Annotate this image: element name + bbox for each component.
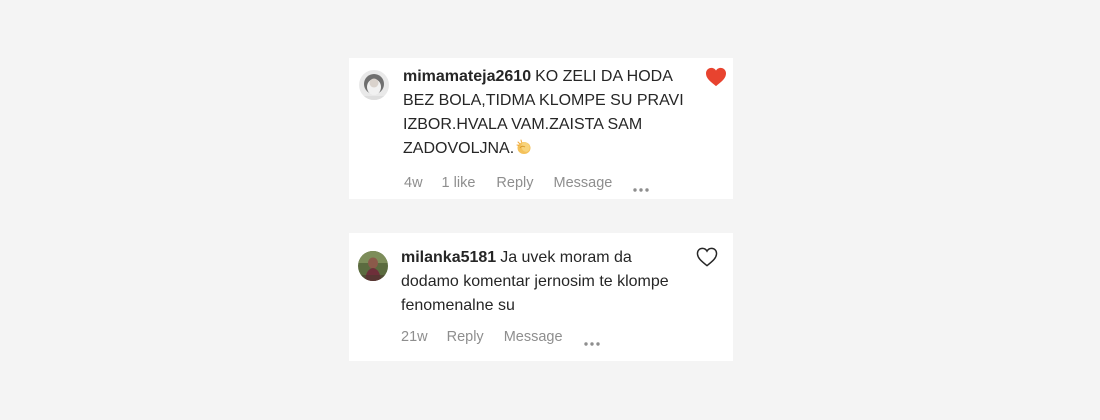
likes-count[interactable]: 1 like bbox=[442, 175, 476, 191]
comment-meta: 4w 1 like Reply Message bbox=[404, 175, 650, 192]
comment-card: milanka5181 Ja uvek moram da dodamo komen… bbox=[349, 233, 733, 361]
avatar[interactable] bbox=[359, 70, 389, 100]
avatar[interactable] bbox=[358, 251, 388, 281]
comment-text: milanka5181 Ja uvek moram da dodamo komen… bbox=[401, 246, 693, 318]
more-options-icon[interactable] bbox=[583, 335, 601, 346]
more-options-icon[interactable] bbox=[632, 181, 650, 192]
comment-age: 21w bbox=[401, 329, 428, 345]
message-button[interactable]: Message bbox=[553, 175, 612, 191]
avatar-photo bbox=[358, 251, 388, 281]
clapping-hands-icon bbox=[516, 139, 531, 154]
username-link[interactable]: milanka5181 bbox=[401, 249, 496, 266]
username-link[interactable]: mimamateja2610 bbox=[403, 68, 531, 85]
comment-meta: 21w Reply Message bbox=[401, 329, 601, 346]
heart-outline-icon[interactable] bbox=[696, 247, 718, 267]
heart-icon[interactable] bbox=[705, 67, 727, 87]
avatar-photo bbox=[359, 70, 389, 100]
comment-card: mimamateja2610 KO ZELI DA HODA BEZ BOLA,T… bbox=[349, 58, 733, 199]
comment-text: mimamateja2610 KO ZELI DA HODA BEZ BOLA,T… bbox=[403, 65, 703, 161]
reply-button[interactable]: Reply bbox=[447, 329, 484, 345]
message-button[interactable]: Message bbox=[504, 329, 563, 345]
comment-age: 4w bbox=[404, 175, 423, 191]
reply-button[interactable]: Reply bbox=[496, 175, 533, 191]
